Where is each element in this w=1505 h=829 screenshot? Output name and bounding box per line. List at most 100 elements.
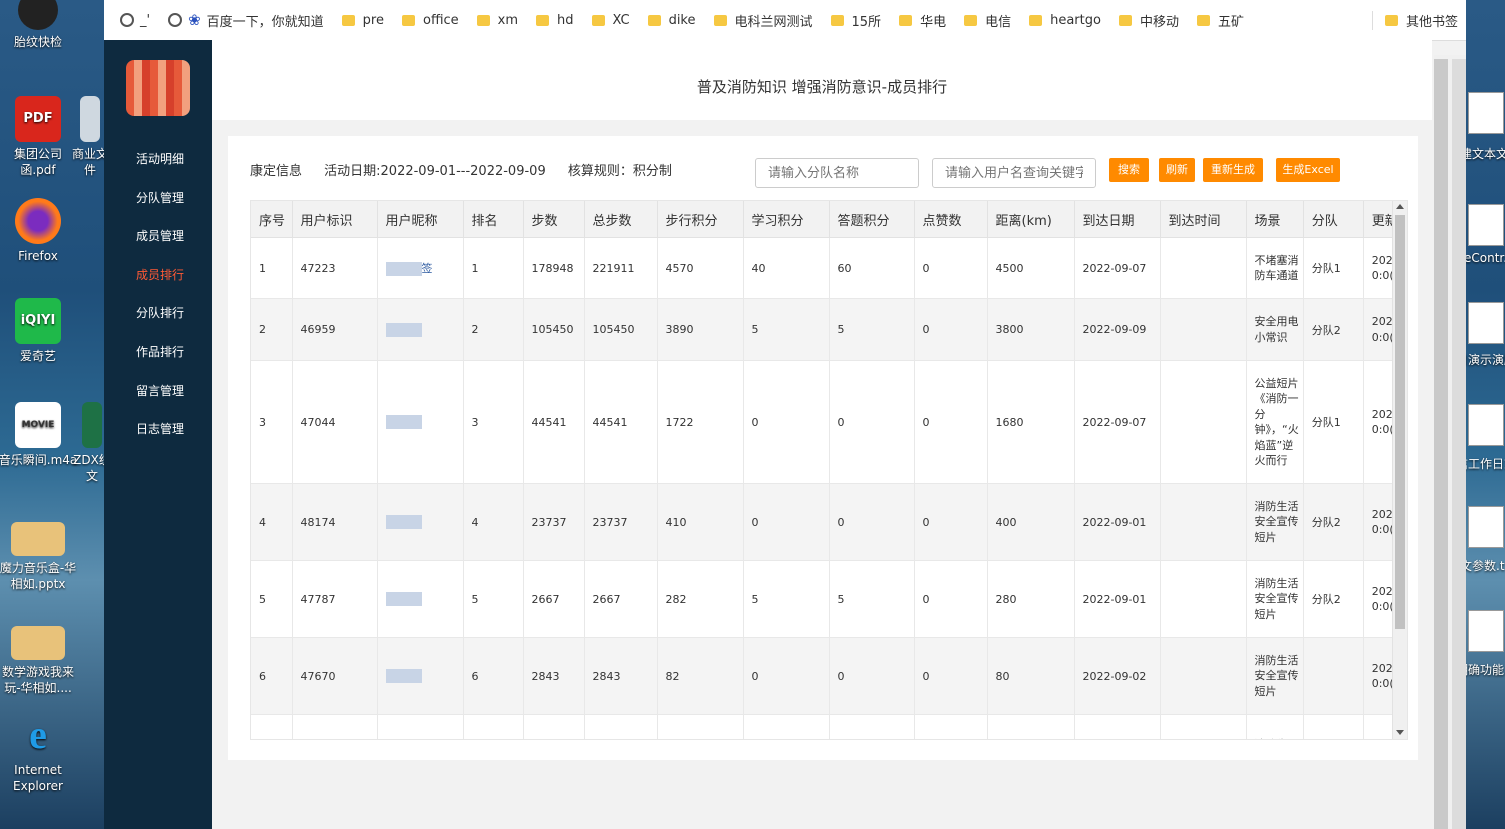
sidebar-item-member-manage[interactable]: 成员管理 <box>104 217 212 256</box>
cell-time <box>1160 637 1247 715</box>
folder-icon <box>830 14 844 26</box>
desktop-file-label[interactable]: 月演示演脚本_集... <box>1466 352 1505 368</box>
cell-walk: 410 <box>657 483 744 561</box>
sidebar-item-log-manage[interactable]: 日志管理 <box>104 410 212 449</box>
col-header[interactable]: 距离(km) <box>987 201 1075 238</box>
desktop-left: 胎纹快检 PDF 集团公司函.pdf 商业文件 Firefox iQIYI 爱奇… <box>0 0 111 829</box>
export-excel-button[interactable]: 生成Excel <box>1276 158 1340 182</box>
desktop-file-label[interactable]: 信工作日志.txt <box>1466 456 1505 472</box>
bookmark-folder[interactable]: pre <box>341 13 384 28</box>
col-header[interactable]: 分队 <box>1303 201 1364 238</box>
col-header[interactable]: 到达日期 <box>1074 201 1161 238</box>
globe-icon[interactable] <box>120 13 134 27</box>
col-header[interactable]: 步行积分 <box>657 201 744 238</box>
col-header[interactable]: 序号 <box>251 201 293 238</box>
bookmark-folder[interactable]: 华电 <box>899 11 946 30</box>
desktop-icon-iqiyi[interactable]: iQIYI 爱奇艺 <box>0 298 78 364</box>
cell-total: 23737 <box>584 483 658 561</box>
sidebar-item-message-manage[interactable]: 留言管理 <box>104 372 212 411</box>
col-header[interactable]: 学习积分 <box>743 201 830 238</box>
table-row[interactable]: 1 47223 签 1 178948 221911 4570 40 60 0 4500 2022-09… <box>251 237 1400 299</box>
cell-date: 2022-09-07 <box>1074 360 1161 484</box>
table-row[interactable]: 2 46959 2 105450 105450 3890 5 5 0 3800 2022-09-09… <box>251 298 1400 361</box>
col-header[interactable]: 步数 <box>523 201 585 238</box>
desktop-icon-movie[interactable]: MOVIE 音乐瞬间.m4a <box>0 402 78 468</box>
bookmark-folder[interactable]: hd <box>536 13 574 28</box>
desktop-file-label[interactable]: 文参数.t <box>1466 558 1505 574</box>
cell-uid: 47787 <box>292 560 378 638</box>
bookmark-folder[interactable]: 电信 <box>964 11 1011 30</box>
desktop-icon-firefox[interactable]: Firefox <box>0 198 78 264</box>
folder-icon <box>647 14 661 26</box>
desktop-file-label[interactable]: 明确功能.docx <box>1466 662 1505 678</box>
ranking-card: 康定信息 活动日期:2022-09-01---2022-09-09 核算规则：积… <box>228 136 1418 760</box>
page-scrollbar[interactable] <box>1434 55 1466 829</box>
search-button[interactable]: 搜索 <box>1109 158 1149 182</box>
cell-likes: 0 <box>914 237 988 299</box>
page-scrollbar-thumb[interactable] <box>1434 59 1448 829</box>
cell-nick <box>377 298 464 361</box>
scrollbar-thumb[interactable] <box>1395 215 1405 629</box>
scroll-down-icon[interactable] <box>1396 730 1404 735</box>
sidebar-item-activity-detail[interactable]: 活动明细 <box>104 140 212 179</box>
bookmark-folder[interactable]: xm <box>476 13 518 28</box>
col-header[interactable]: 用户标识 <box>292 201 378 238</box>
team-search-input[interactable] <box>755 158 919 188</box>
table-scrollbar[interactable] <box>1392 201 1407 739</box>
col-header[interactable]: 场景 <box>1246 201 1304 238</box>
bookmark-baidu[interactable]: ❀ 百度一下，你就知道 <box>188 11 324 30</box>
table-row[interactable]: 3 47044 3 44541 44541 1722 0 0 0 1680 2022-09-07 公益… <box>251 360 1400 484</box>
bookmark-folder[interactable]: office <box>401 13 459 28</box>
col-header[interactable]: 答题积分 <box>829 201 915 238</box>
bookmark-folder[interactable]: 五矿 <box>1196 11 1244 30</box>
sidebar-item-work-rank[interactable]: 作品排行 <box>104 333 212 372</box>
cell-nick <box>377 714 464 739</box>
ie-icon: e <box>29 712 47 757</box>
firefox-icon <box>15 198 61 244</box>
desktop-icon-pptx-1[interactable]: 魔力音乐盒-华相如.pptx <box>0 522 78 592</box>
col-header[interactable]: 到达时间 <box>1160 201 1247 238</box>
bookmark-folder[interactable]: 中移动 <box>1118 11 1179 30</box>
cell-uid <box>292 714 378 739</box>
col-header[interactable]: 总步数 <box>584 201 658 238</box>
bookmark-folder[interactable]: 15所 <box>830 11 881 30</box>
col-header[interactable]: 点赞数 <box>914 201 988 238</box>
redacted-nickname <box>385 415 422 429</box>
desktop-icon-pdf[interactable]: PDF 集团公司函.pdf <box>0 96 78 178</box>
table-row[interactable]: 6 47670 6 2843 2843 82 0 0 0 80 2022-09-02 消防生活安全宣传… <box>251 637 1400 715</box>
regenerate-button[interactable]: 重新生成 <box>1203 158 1263 182</box>
cell-dist: 80 <box>987 637 1075 715</box>
page-scrollbar-track[interactable] <box>1452 59 1466 829</box>
sidebar-item-member-rank[interactable]: 成员排行 <box>104 256 212 295</box>
table-row[interactable]: 消防生 <box>251 714 1400 739</box>
cell-likes <box>914 714 988 739</box>
bookmark-folder[interactable]: dike <box>647 13 696 28</box>
desktop-file-label[interactable]: 建文本文档.txt <box>1466 146 1505 162</box>
desktop-icon-pptx-2[interactable]: 数学游戏我来玩-华相如.... <box>0 626 78 696</box>
page-title: 普及消防知识 增强消防意识-成员排行 <box>212 40 1432 120</box>
globe-icon[interactable] <box>168 13 183 27</box>
cell-idx <box>251 714 293 739</box>
user-search-input[interactable] <box>932 158 1096 188</box>
bookmark-folder[interactable]: heartgo <box>1029 13 1101 28</box>
col-header[interactable]: 用户昵称 <box>377 201 464 238</box>
desktop-icon-ie[interactable]: e Internet Explorer <box>0 712 78 794</box>
sidebar-item-team-manage[interactable]: 分队管理 <box>104 179 212 218</box>
bookmark-nav[interactable]: _' <box>140 13 150 28</box>
col-header[interactable]: 排名 <box>463 201 524 238</box>
table-row[interactable]: 5 47787 5 2667 2667 282 5 5 0 280 2022-09-01 消防生活安全… <box>251 560 1400 638</box>
table-row[interactable]: 4 48174 4 23737 23737 410 0 0 0 400 2022-09-01 消防生活… <box>251 483 1400 561</box>
ranking-table-container[interactable]: 序号 用户标识 用户昵称 排名 步数 总步数 步行积分 学习积分 答题积分 点赞… <box>250 200 1408 740</box>
table-body: 1 47223 签 1 178948 221911 4570 40 60 0 4500 2022-09… <box>251 237 1400 739</box>
cell-nick <box>377 483 464 561</box>
cell-quiz: 0 <box>829 637 915 715</box>
sidebar-item-team-rank[interactable]: 分队排行 <box>104 294 212 333</box>
bookmark-folder[interactable]: 电科兰网测试 <box>713 11 813 30</box>
refresh-button[interactable]: 刷新 <box>1159 158 1195 182</box>
desktop-icon-tire[interactable]: 胎纹快检 <box>0 0 78 50</box>
desktop-file-label[interactable]: eContr... <box>1466 250 1505 266</box>
bookmark-other[interactable]: 其他书签 <box>1371 10 1458 30</box>
avatar <box>126 60 190 116</box>
scroll-up-icon[interactable] <box>1396 204 1404 209</box>
bookmark-folder[interactable]: XC <box>591 13 630 28</box>
